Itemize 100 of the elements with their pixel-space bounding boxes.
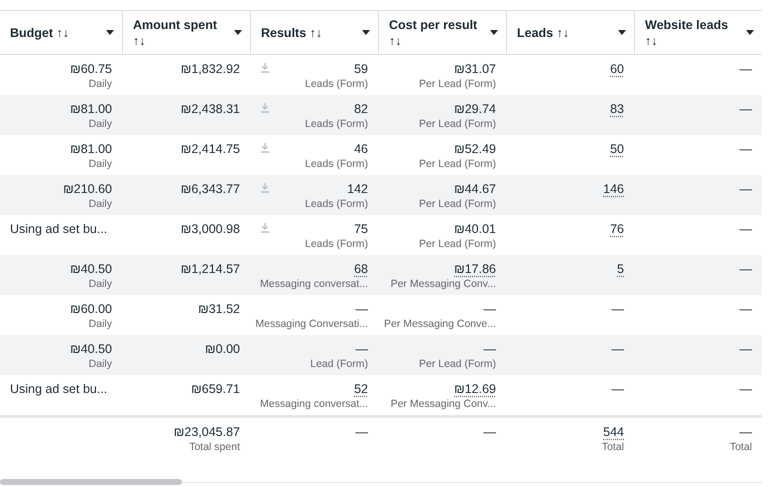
cell-value: ₪52.49 [454,141,496,157]
cell-value: ₪40.50 [70,261,112,277]
cell-value: — [740,141,752,157]
cell-value: — [740,261,752,277]
cell-value: 46 [354,141,368,157]
cell-value: — [740,101,752,117]
cell-value: 82 [354,101,368,117]
cell-value: 76 [610,221,624,237]
cell-value: 52 [354,381,368,397]
cell-value: ₪60.00 [70,301,112,317]
cell-value: — [356,301,368,317]
cell-value: ₪31.52 [198,301,240,317]
cell-value: — [740,181,752,197]
cell-value: ₪44.67 [454,181,496,197]
dropdown-caret-icon[interactable] [746,30,754,35]
total-caption: Total [730,440,752,455]
cell-value: Using ad set bu... [10,221,108,237]
cell-value: 50 [610,141,624,157]
cell-value: — [484,341,496,357]
cell-caption: Lead (Form) [310,357,368,372]
cell-caption: Leads (Form) [304,237,368,252]
cell-value: ₪1,832.92 [180,61,240,77]
column-header[interactable]: Cost per result ↑↓ [389,16,481,48]
cell-value: — [740,424,752,440]
dropdown-caret-icon[interactable] [490,30,498,35]
cell-value: 68 [354,261,368,277]
cell-value: ₪2,414.75 [180,141,240,157]
cell-caption: Messaging conversat... [260,277,368,292]
cell-caption: Daily [88,117,112,132]
cell-value: ₪23,045.87 [174,424,240,440]
cell-caption: Per Lead (Form) [418,77,496,92]
cell-caption: Daily [88,317,112,332]
cell-caption: Daily [88,197,112,212]
dropdown-caret-icon[interactable] [362,30,370,35]
cell-value: — [740,61,752,77]
cell-value: ₪17.86 [454,261,496,277]
cell-value: 83 [610,101,624,117]
cell-value: 59 [354,61,368,77]
cell-caption: Messaging conversat... [260,397,368,412]
cell-caption: Per Lead (Form) [418,237,496,252]
cell-value: ₪12.69 [454,381,496,397]
cell-value: ₪210.60 [63,181,112,197]
cell-value: 5 [617,261,624,277]
cell-value: ₪29.74 [454,101,496,117]
column-header[interactable]: Website leads ↑↓ [645,16,737,48]
cell-value: — [484,424,496,440]
dropdown-caret-icon[interactable] [234,30,242,35]
column-header[interactable]: Leads ↑↓ [517,24,570,40]
total-caption: Total [602,440,624,455]
cell-caption: Per Lead (Form) [418,117,496,132]
cell-caption: Daily [88,157,112,172]
cell-value: ₪81.00 [70,101,112,117]
cell-value: 75 [354,221,368,237]
cell-value: — [740,381,752,397]
cell-value: 142 [347,181,368,197]
cell-caption: Per Lead (Form) [418,357,496,372]
cell-value: — [612,301,624,317]
cell-value: — [356,424,368,440]
cell-caption: Daily [88,77,112,92]
cell-caption: Messaging Conversati... [255,317,368,332]
dropdown-caret-icon[interactable] [106,30,114,35]
cell-value: ₪1,214.57 [180,261,240,277]
cell-value: 146 [603,181,624,197]
cell-caption: Per Messaging Conv... [390,397,496,412]
dropdown-caret-icon[interactable] [618,30,626,35]
cell-value: — [740,341,752,357]
cell-value: 544 [603,424,624,440]
cell-value: 60 [610,61,624,77]
cell-value: — [356,341,368,357]
cell-value: — [740,301,752,317]
column-header[interactable]: Budget ↑↓ [10,24,70,40]
horizontal-scrollbar[interactable] [0,479,182,485]
cell-value: ₪6,343.77 [180,181,240,197]
cell-value: — [740,221,752,237]
total-caption: Total spent [189,440,240,455]
cell-value: ₪3,000.98 [180,221,240,237]
cell-caption: Per Messaging Conve... [384,317,496,332]
cell-caption: Leads (Form) [304,157,368,172]
cell-value: ₪40.01 [454,221,496,237]
cell-caption: Daily [88,277,112,292]
cell-caption: Leads (Form) [304,117,368,132]
cell-value: ₪2,438.31 [180,101,240,117]
column-header[interactable]: Amount spent ↑↓ [133,16,225,48]
cell-value: — [484,301,496,317]
cell-value: — [612,341,624,357]
cell-value: Using ad set bu... [10,381,108,397]
cell-value: ₪31.07 [454,61,496,77]
cell-value: — [612,381,624,397]
cell-value: ₪659.71 [191,381,240,397]
cell-value: ₪81.00 [70,141,112,157]
cell-caption: Per Lead (Form) [418,197,496,212]
cell-caption: Leads (Form) [304,77,368,92]
cell-caption: Leads (Form) [304,197,368,212]
cell-caption: Per Messaging Conv... [390,277,496,292]
cell-value: ₪0.00 [205,341,240,357]
cell-value: ₪40.50 [70,341,112,357]
cell-value: ₪60.75 [70,61,112,77]
cell-caption: Per Lead (Form) [418,157,496,172]
cell-caption: Daily [88,357,112,372]
column-header[interactable]: Results ↑↓ [261,24,322,40]
